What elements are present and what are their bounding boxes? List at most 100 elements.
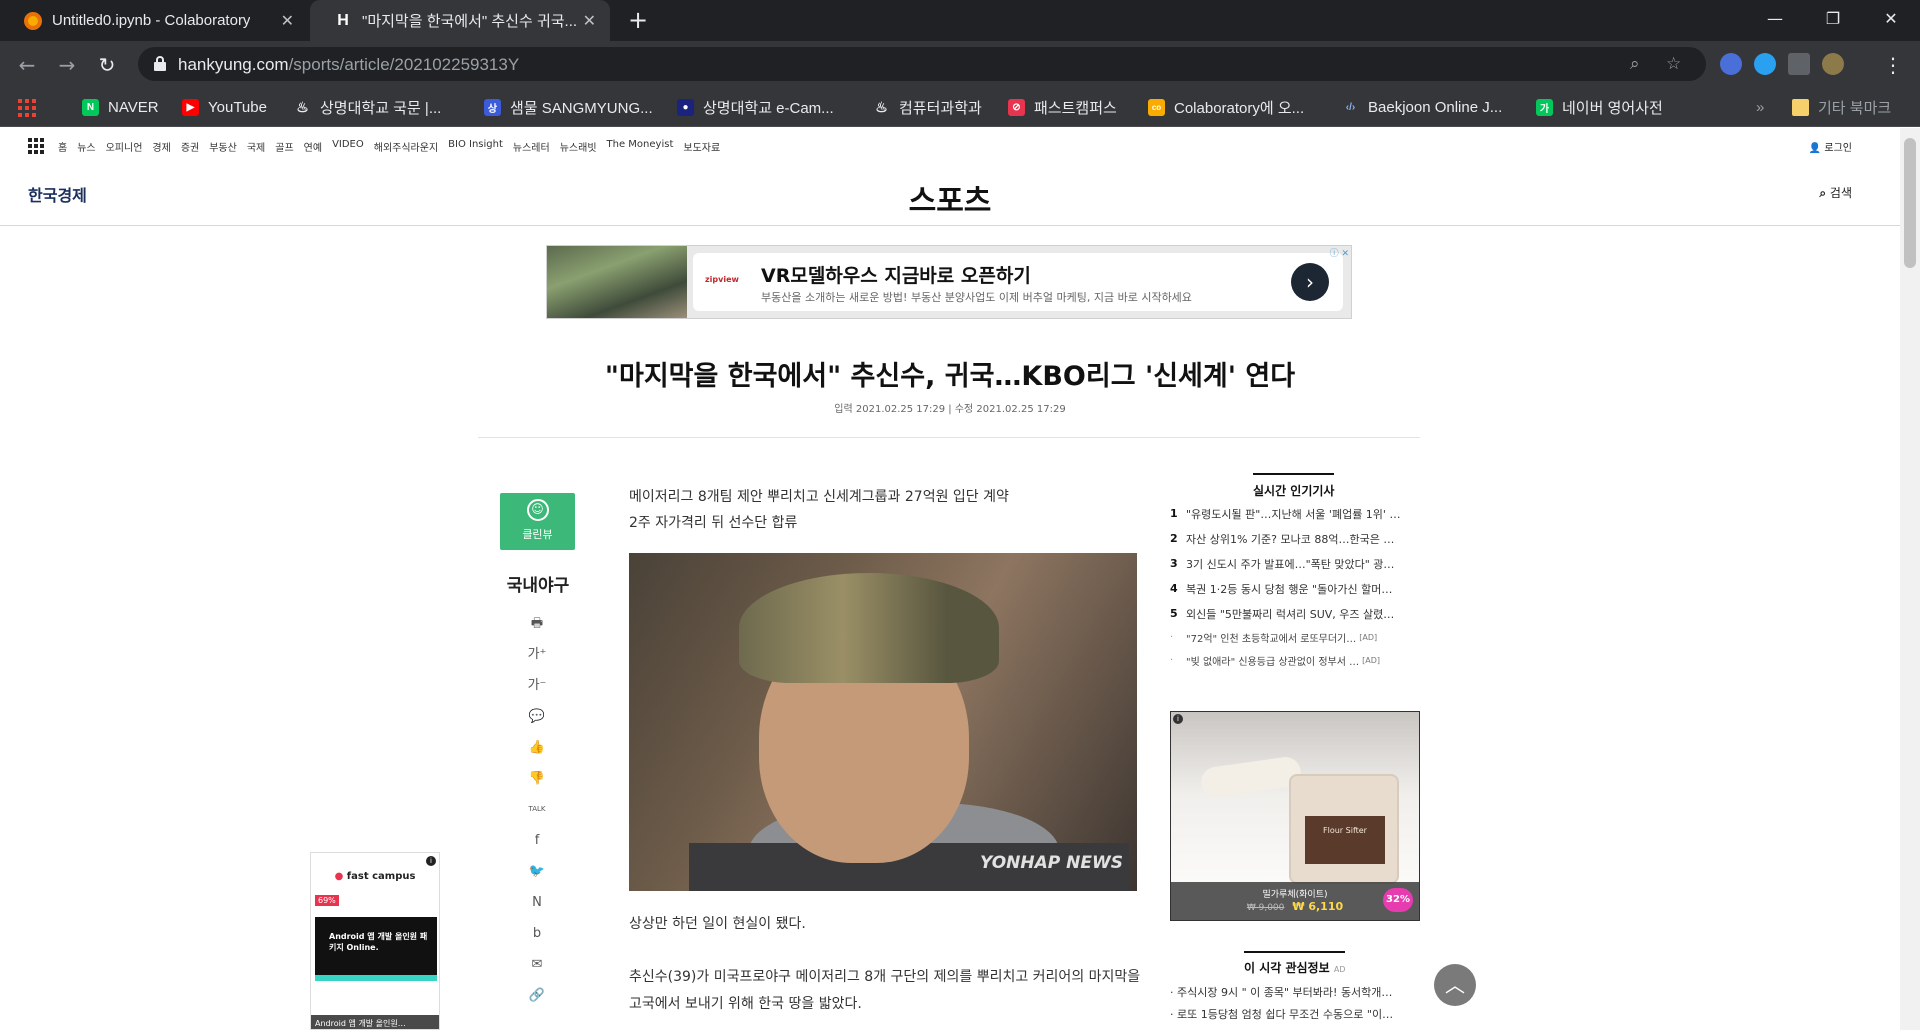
scroll-to-top-button[interactable]: ︿ (1434, 964, 1476, 1006)
gnb-item[interactable]: The Moneyist (607, 139, 674, 154)
kakaotalk-icon[interactable]: TALK (526, 794, 548, 825)
interest-list: · 주식시장 9시 " 이 종목" 부터봐라! 동서학개… · 로또 1등당첨 … (1170, 984, 1420, 1028)
article-photo[interactable]: YONHAP NEWS (629, 553, 1137, 891)
profile-avatar[interactable] (1822, 53, 1844, 75)
interest-item[interactable]: · 로또 1등당첨 엄청 쉽다 무조건 수동으로 "이… (1170, 1006, 1420, 1028)
puzzle-icon[interactable] (1788, 53, 1810, 75)
bookmark-naver-dict[interactable]: 가 네이버 영어사전 (1536, 87, 1663, 127)
category-label[interactable]: 국내야구 (488, 571, 588, 596)
gnb-item[interactable]: 국제 (247, 139, 265, 154)
floating-ad[interactable]: i ● fast campus 69% Android 앱 개발 올인원 패키지… (310, 852, 440, 1030)
browser-tab-strip: Untitled0.ipynb - Colaboratory ✕ H "마지막을… (0, 0, 1920, 41)
extension-icon[interactable] (1720, 53, 1742, 75)
close-tab-icon[interactable]: ✕ (583, 11, 596, 31)
popular-item[interactable]: 1 "유령도시될 판"…지난해 서울 '폐업률 1위' … (1170, 501, 1420, 526)
bookmark-star-icon[interactable]: ☆ (1666, 54, 1681, 74)
font-larger-icon[interactable]: 가⁺ (526, 639, 548, 670)
other-bookmarks[interactable]: 기타 북마크 (1792, 87, 1891, 127)
apps-icon[interactable] (18, 99, 36, 117)
gnb-item[interactable]: VIDEO (332, 139, 364, 154)
popular-ad-item[interactable]: · "72억" 인천 초등학교에서 로또무더기… [AD] (1170, 626, 1420, 649)
minimize-button[interactable]: — (1746, 0, 1804, 41)
popular-item[interactable]: 2 자산 상위1% 기준? 모나코 88억…한국은 … (1170, 526, 1420, 551)
scrollbar-thumb[interactable] (1904, 138, 1916, 268)
popular-item[interactable]: 4 복권 1·2등 동시 당첨 행운 "돌아가신 할머… (1170, 576, 1420, 601)
gnb-item[interactable]: 보도자료 (683, 139, 720, 154)
bookmark-naver[interactable]: N NAVER (82, 87, 159, 127)
print-icon[interactable]: 🖶 (526, 608, 548, 639)
gnb-item[interactable]: 뉴스래빗 (560, 139, 597, 154)
bookmark-colab[interactable]: co Colaboratory에 오... (1148, 87, 1304, 127)
interest-item[interactable]: · 주식시장 9시 " 이 종목" 부터봐라! 동서학개… (1170, 984, 1420, 1006)
bookmark-youtube[interactable]: ▶ YouTube (182, 87, 267, 127)
page-scrollbar[interactable] (1900, 128, 1920, 1030)
youtube-icon: ▶ (182, 98, 199, 116)
popular-item[interactable]: 5 외신들 "5만불짜리 럭셔리 SUV, 우즈 살렸… (1170, 601, 1420, 626)
bookmark-cs-dept[interactable]: ♨ 컴퓨터과학과 (873, 87, 982, 127)
gnb-item[interactable]: 연예 (304, 139, 322, 154)
tab-colab[interactable]: Untitled0.ipynb - Colaboratory ✕ (0, 0, 308, 41)
dislike-icon[interactable]: 👎 (526, 763, 548, 794)
article-dateline: 입력 2021.02.25 17:29 | 수정 2021.02.25 17:2… (834, 404, 1066, 415)
article-title: "마지막을 한국에서" 추신수, 귀국…KBO리그 '신세계' 연다 (604, 361, 1296, 392)
like-icon[interactable]: 👍 (526, 732, 548, 763)
email-icon[interactable]: ✉ (526, 949, 548, 980)
gnb-item[interactable]: 해외주식라운지 (374, 139, 438, 154)
font-smaller-icon[interactable]: 가⁻ (526, 670, 548, 701)
search-button[interactable]: ⌕ 검색 (1819, 184, 1852, 201)
bookmark-sangmyung[interactable]: 상 샘물 SANGMYUNG... (484, 87, 653, 127)
back-button[interactable]: ← (14, 52, 40, 78)
twitter-icon[interactable]: 🐦 (526, 856, 548, 887)
url-text[interactable]: hankyung.com/sports/article/202102259313… (178, 55, 519, 75)
facebook-icon[interactable]: f (526, 825, 548, 856)
ad-promo: Android 앱 개발 올인원 패키지 Online. (315, 917, 437, 981)
gnb-item[interactable]: 오피니언 (106, 139, 143, 154)
global-nav: 홈 뉴스 오피니언 경제 증권 부동산 국제 골프 연예 VIDEO 해외주식라운지 BIO Insi… (0, 128, 1900, 164)
address-bar[interactable]: hankyung.com/sports/article/202102259313… (138, 47, 1706, 81)
bookmark-baekjoon[interactable]: ‹/› Baekjoon Online J... (1342, 87, 1502, 127)
forward-button[interactable]: → (54, 52, 80, 78)
fastcampus-icon: ⊘ (1008, 98, 1025, 116)
window-close-button[interactable]: ✕ (1862, 0, 1920, 41)
bookmarks-overflow[interactable]: » (1756, 87, 1764, 127)
bookmark-smu-korean[interactable]: ♨ 상명대학교 국문 |... (294, 87, 441, 127)
popular-item[interactable]: 3 3기 신도시 주가 발표에…"폭탄 맞았다" 광… (1170, 551, 1420, 576)
user-icon: 👤 (1808, 143, 1822, 154)
tab-hankyung[interactable]: H "마지막을 한국에서" 추신수 귀국... ✕ (310, 0, 610, 41)
ad-arrow-button[interactable]: › (1291, 263, 1329, 301)
new-tab-button[interactable]: + (624, 6, 652, 34)
ad-card[interactable]: zipview VR모델하우스 지금바로 오픈하기 부동산을 소개하는 새로운 … (693, 253, 1343, 311)
gnb-item[interactable]: BIO Insight (448, 139, 503, 154)
ad-info-icon[interactable]: i (426, 856, 436, 866)
cloud-extension-icon[interactable] (1754, 53, 1776, 75)
gnb-item[interactable]: 경제 (152, 139, 170, 154)
popular-text: "유령도시될 판"…지난해 서울 '폐업률 1위' … (1186, 507, 1401, 521)
gnb-item[interactable]: 골프 (275, 139, 293, 154)
link-icon[interactable]: 🔗 (526, 980, 548, 1011)
close-tab-icon[interactable]: ✕ (281, 11, 294, 31)
ad-banner[interactable]: zipview VR모델하우스 지금바로 오픈하기 부동산을 소개하는 새로운 … (546, 245, 1352, 319)
popular-ad-item[interactable]: · "빚 없애라" 신용등급 상관없이 정부서 … [AD] (1170, 649, 1420, 672)
ad-info-icon[interactable]: i (1173, 714, 1183, 724)
gnb-item[interactable]: 뉴스레터 (513, 139, 550, 154)
maximize-button[interactable]: ❐ (1804, 0, 1862, 41)
reload-button[interactable]: ↻ (94, 52, 120, 78)
gnb-item[interactable]: 홈 (58, 139, 67, 154)
band-icon[interactable]: b (526, 918, 548, 949)
bookmark-ecampus[interactable]: ● 상명대학교 e-Cam... (677, 87, 834, 127)
gnb-item[interactable]: 증권 (181, 139, 199, 154)
all-menu-icon[interactable] (28, 138, 44, 154)
login-link[interactable]: 👤 로그인 (1809, 139, 1852, 154)
adchoices-icon[interactable]: ⓘ ✕ (1330, 246, 1349, 259)
colab-icon (24, 11, 42, 30)
zoom-icon[interactable]: ⌕ (1630, 54, 1640, 74)
clean-view-button[interactable]: ☺ 클린뷰 (500, 493, 575, 550)
menu-icon[interactable]: ⋮ (1880, 52, 1906, 78)
naver-share-icon[interactable]: N (526, 887, 548, 918)
section-title[interactable]: 스포츠 (0, 176, 1900, 220)
gnb-item[interactable]: 부동산 (209, 139, 237, 154)
gnb-item[interactable]: 뉴스 (77, 139, 95, 154)
bookmark-fastcampus[interactable]: ⊘ 패스트캠퍼스 (1008, 87, 1117, 127)
product-ad[interactable]: i Flour Sifter 밀가루체(화이트) ₩ 9,000 ₩ 6,110 … (1170, 711, 1420, 921)
comment-icon[interactable]: 💬 (526, 701, 548, 732)
